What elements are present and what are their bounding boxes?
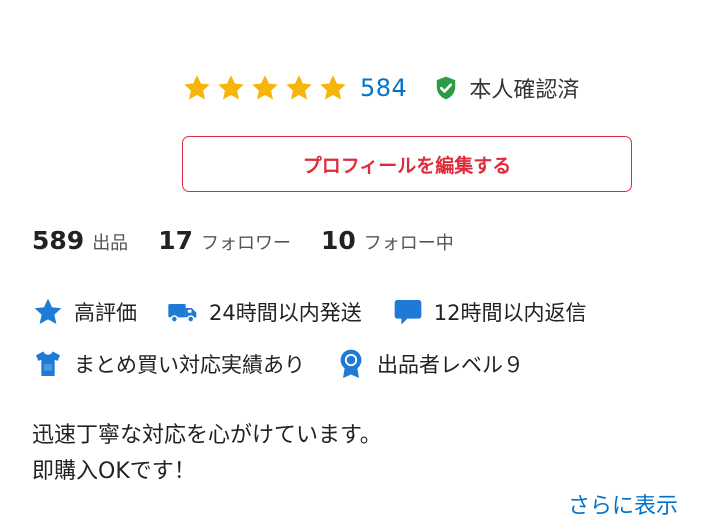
- chat-bubble-icon: [394, 300, 422, 325]
- badge-label: 12時間以内返信: [433, 301, 587, 325]
- star-icon: [286, 75, 312, 100]
- badge-label: まとめ買い対応実績あり: [74, 353, 305, 377]
- stat-label: 出品: [92, 233, 129, 254]
- shirt-icon: [36, 351, 60, 376]
- stat-following[interactable]: 10 フォロー中: [321, 226, 454, 255]
- badge-row: 高評価 24時間以内発送 12時間以内返信: [32, 294, 586, 330]
- star-icon: [252, 75, 278, 100]
- shield-check-icon: [437, 76, 456, 100]
- identity-verified-label: 本人確認済: [469, 78, 580, 103]
- bio-line: 迅速丁寧な対応を心がけています。: [32, 423, 382, 448]
- star-icon: [218, 75, 244, 100]
- profile-bio: 迅速丁寧な対応を心がけています。 即購入OKです！: [32, 418, 382, 490]
- star-rating[interactable]: [182, 73, 348, 103]
- stat-value: 589: [32, 226, 85, 255]
- badge-bundle-purchase: まとめ買い対応実績あり: [32, 348, 305, 380]
- badge-row: まとめ買い対応実績あり 出品者レベル９: [32, 346, 524, 382]
- badge-label: 24時間以内発送: [209, 301, 362, 325]
- badge-quick-reply: 12時間以内返信: [392, 296, 587, 328]
- truck-icon: [168, 304, 197, 323]
- review-count[interactable]: 584: [360, 74, 407, 102]
- badge-fast-shipping: 24時間以内発送: [167, 296, 362, 328]
- bio-line: 即購入OKです！: [32, 459, 196, 484]
- star-icon: [184, 75, 210, 100]
- stat-value: 10: [320, 226, 356, 255]
- edit-profile-button[interactable]: プロフィールを編集する: [182, 136, 632, 192]
- star-icon: [34, 298, 62, 324]
- badge-label: 出品者レベル９: [377, 353, 524, 377]
- stat-label: フォロー中: [363, 233, 454, 254]
- show-more-link[interactable]: さらに表示: [568, 488, 678, 520]
- rating-row: 584 本人確認済: [182, 68, 579, 108]
- badge-label: 高評価: [74, 301, 137, 325]
- profile-summary: 584 本人確認済 プロフィールを編集する 589 出品 17 フォロワー 10…: [0, 0, 710, 527]
- stat-label: フォロワー: [200, 233, 291, 254]
- identity-verified-badge: 本人確認済: [433, 72, 579, 104]
- stat-listings[interactable]: 589 出品: [32, 226, 128, 255]
- badge-seller-level: 出品者レベル９: [335, 348, 524, 380]
- stat-followers[interactable]: 17 フォロワー: [158, 226, 291, 255]
- badge-high-rating: 高評価: [32, 296, 137, 328]
- stats-row: 589 出品 17 フォロワー 10 フォロー中: [32, 226, 454, 262]
- stat-value: 17: [158, 226, 193, 255]
- star-icon: [320, 75, 346, 100]
- medal-icon: [340, 349, 362, 378]
